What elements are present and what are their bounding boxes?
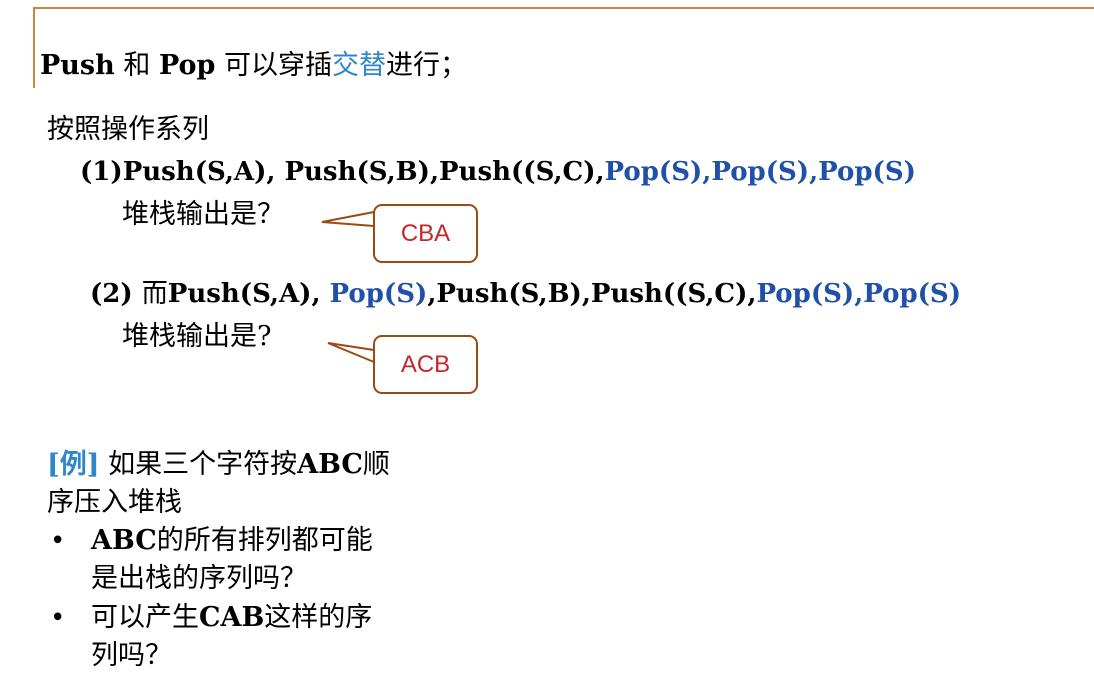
answer-callout-2: ACB [373, 335, 478, 394]
bullet-1: • [50, 526, 66, 556]
seq2-question: 堆栈输出是? [122, 321, 272, 352]
seq2-er: 而 [141, 279, 168, 309]
seq2-line: (2) 而Push(S,A), Pop(S),Push(S,B),Push((S… [90, 277, 961, 311]
callout1-tail [321, 211, 375, 227]
bullet1-line2: 是出栈的序列吗？ [91, 563, 307, 594]
example-line1c: 顺 [362, 449, 390, 480]
example-line1a: 如果三个字符按 [99, 449, 298, 480]
answer-callout-1: CBA [373, 204, 478, 263]
example-tag: [例] [47, 449, 100, 480]
bullet1-abc: ABC [91, 525, 157, 556]
bullet1-line1: ABC的所有排列都可能 [91, 524, 373, 558]
seq2-pops: Pop(S),Pop(S) [756, 279, 962, 309]
bullet1-text: 的所有排列都可能 [156, 525, 373, 556]
seq2-pop1: Pop(S) [329, 279, 428, 309]
example-abc: ABC [297, 449, 363, 480]
bullet2-text1: 可以产生 [91, 602, 199, 633]
bullet2-line1: 可以产生CAB这样的序 [91, 601, 372, 635]
answer-1: CBA [400, 219, 451, 247]
example-line2: 序压入堆栈 [47, 487, 182, 518]
seq2-prefix: (2) [90, 279, 142, 309]
seq2-mid: ,Push(S,B),Push((S,C), [427, 279, 757, 309]
bullet2-line2: 列吗？ [91, 640, 172, 671]
callout2-tail [327, 342, 375, 363]
seq2-push1: Push(S,A), [167, 279, 330, 309]
example-line1: [例] 如果三个字符按ABC顺 [47, 448, 390, 482]
bullet2-cab: CAB [199, 602, 265, 633]
answer-2: ACB [400, 350, 451, 378]
bullet-2: • [50, 603, 66, 633]
bullet2-text2: 这样的序 [264, 602, 373, 633]
